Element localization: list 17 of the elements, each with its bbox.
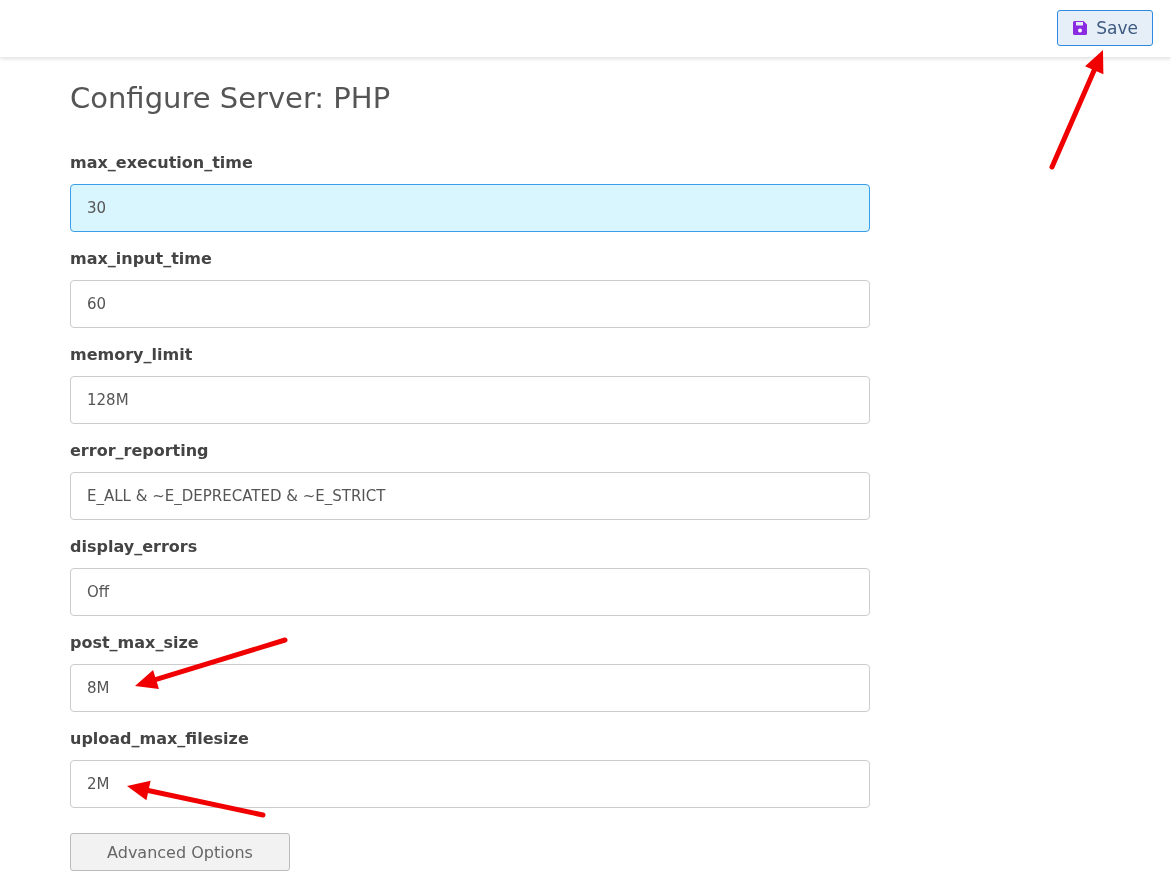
- field-label: error_reporting: [70, 441, 210, 460]
- advanced-options-button[interactable]: Advanced Options: [70, 833, 290, 871]
- page-title: Configure Server: PHP: [70, 81, 392, 115]
- input-field[interactable]: 30: [70, 184, 870, 232]
- field-label: upload_max_filesize: [70, 729, 250, 748]
- field-label: post_max_size: [70, 633, 200, 652]
- input-field[interactable]: 8M: [70, 664, 870, 712]
- input-field[interactable]: E_ALL & ~E_DEPRECATED & ~E_STRICT: [70, 472, 870, 520]
- input-field[interactable]: 2M: [70, 760, 870, 808]
- input-field[interactable]: Off: [70, 568, 870, 616]
- field-label: max_execution_time: [70, 153, 254, 172]
- input-field[interactable]: 128M: [70, 376, 870, 424]
- field-label: display_errors: [70, 537, 199, 556]
- input-field[interactable]: 60: [70, 280, 870, 328]
- field-label: max_input_time: [70, 249, 213, 268]
- field-label: memory_limit: [70, 345, 194, 364]
- save-button[interactable]: Save: [1057, 10, 1153, 46]
